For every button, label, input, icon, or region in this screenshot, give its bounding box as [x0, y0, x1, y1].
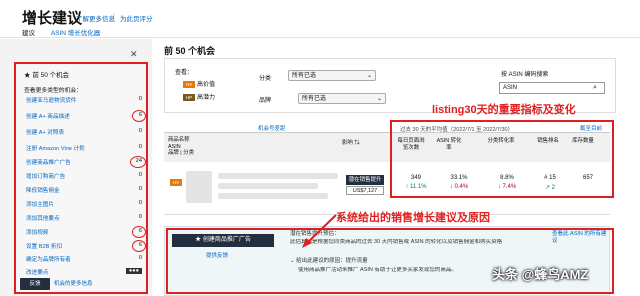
impact-value: US$7,127	[346, 186, 384, 195]
asin-search-input[interactable]: ASIN	[499, 82, 605, 94]
highlight-circle	[132, 226, 146, 238]
main-title: 前 50 个机会	[164, 46, 216, 56]
sidebar-item[interactable]: 注册 Amazon Vine 计划 0	[26, 144, 144, 153]
impact-label: 潜在销售提升	[346, 175, 384, 185]
rate-page-link[interactable]: 为此页评分	[120, 13, 153, 23]
category-label: 分类	[259, 76, 272, 82]
annotation-suggestion: 系统给出的销售增长建议及原因	[336, 212, 490, 224]
opportunity-gap-link[interactable]: 机会号差距	[258, 124, 286, 132]
metrics-highlight-box	[390, 120, 614, 198]
search-icon[interactable]: ⌕	[593, 84, 597, 92]
tab-asin-optimizer[interactable]: ASIN 增长优化器	[51, 30, 100, 37]
potential-badge: HP	[183, 94, 195, 101]
chevron-down-icon: ⌄	[376, 96, 382, 102]
sort-icon: ⇅	[354, 140, 360, 146]
watermark: 头条 @蜂鸟AMZ	[492, 267, 589, 282]
annotation-metrics: listing30天的重要指标及变化	[432, 104, 576, 116]
asin-search-label: 按 ASIN 编码搜索	[501, 72, 549, 78]
page-title: 增长建议	[22, 10, 83, 27]
highlight-circle	[132, 110, 146, 122]
value-badge: HV	[183, 81, 195, 88]
sidebar-item[interactable]: 降低销售佣金 0	[26, 186, 144, 195]
filter-option-high-value[interactable]: HV 高价值	[183, 79, 215, 88]
brand-select[interactable]: 所有已选 ⌄	[298, 93, 386, 104]
filter-option-high-potential[interactable]: HP 高潜力	[183, 92, 215, 101]
opportunity-sidebar: ★ 前 50 个机会 查看更多类型的机会： 创建亚马逊物流货件 0 创建 A+ 商…	[14, 62, 148, 294]
product-brand-redacted	[218, 193, 328, 199]
sidebar-item[interactable]: 创建 A+ 对照表 0	[26, 128, 144, 137]
sidebar-item[interactable]: 确定为品牌所有者 0	[26, 255, 144, 264]
chevron-down-icon: ⌄	[366, 73, 372, 79]
brand-label: 品牌	[259, 98, 272, 104]
col-impact[interactable]: 影响 ⇅	[342, 140, 360, 147]
sidebar-item[interactable]: 添加其他要点 0	[26, 214, 144, 223]
product-name-redacted	[218, 173, 338, 179]
sidebar-item[interactable]: 创建亚马逊物流货件 0	[26, 96, 144, 105]
product-image	[186, 171, 212, 203]
tab-bar: 建议 ASIN 增长优化器	[22, 27, 114, 41]
suggestion-highlight-box	[166, 228, 614, 294]
learn-more-link[interactable]: 了解更多信息	[76, 13, 115, 23]
sidebar-subtitle: 查看更多类型的机会：	[24, 88, 82, 94]
more-info-link[interactable]: 机会的更多信息	[54, 279, 93, 287]
sidebar-item[interactable]: 添加视频 6	[26, 228, 144, 237]
sidebar-item[interactable]: 创建商品推广广告 24	[26, 158, 144, 167]
sidebar-heading: ★ 前 50 个机会	[24, 72, 70, 79]
category-select[interactable]: 所有已选 ⌄	[288, 70, 376, 81]
sidebar-item[interactable]: 创建 A+ 商品描述 6	[26, 112, 144, 121]
highlight-circle	[132, 240, 146, 252]
feedback-button[interactable]: 反馈	[20, 278, 50, 290]
new-badge: ●●●	[125, 268, 142, 274]
sidebar-item[interactable]: 设置 B2B 折扣 6	[26, 242, 144, 251]
link-divider: |	[113, 13, 115, 20]
col-product[interactable]: 商品名称 ASIN 品牌 | 分类	[168, 137, 194, 157]
sidebar-item[interactable]: 增加订购商广告 0	[26, 172, 144, 181]
view-label: 查看：	[175, 70, 194, 76]
sidebar-item[interactable]: 改进要点 ●●●	[26, 268, 144, 277]
product-asin-redacted	[218, 183, 318, 189]
sidebar-item[interactable]: 添加主图片 0	[26, 200, 144, 209]
annotation-arrow	[302, 214, 337, 248]
page-header: 增长建议 了解更多信息 | 为此页评分 建议 ASIN 增长优化器	[0, 0, 640, 41]
value-badge: HV	[170, 179, 182, 186]
highlight-circle	[130, 156, 146, 168]
close-icon[interactable]: ✕	[130, 49, 138, 60]
